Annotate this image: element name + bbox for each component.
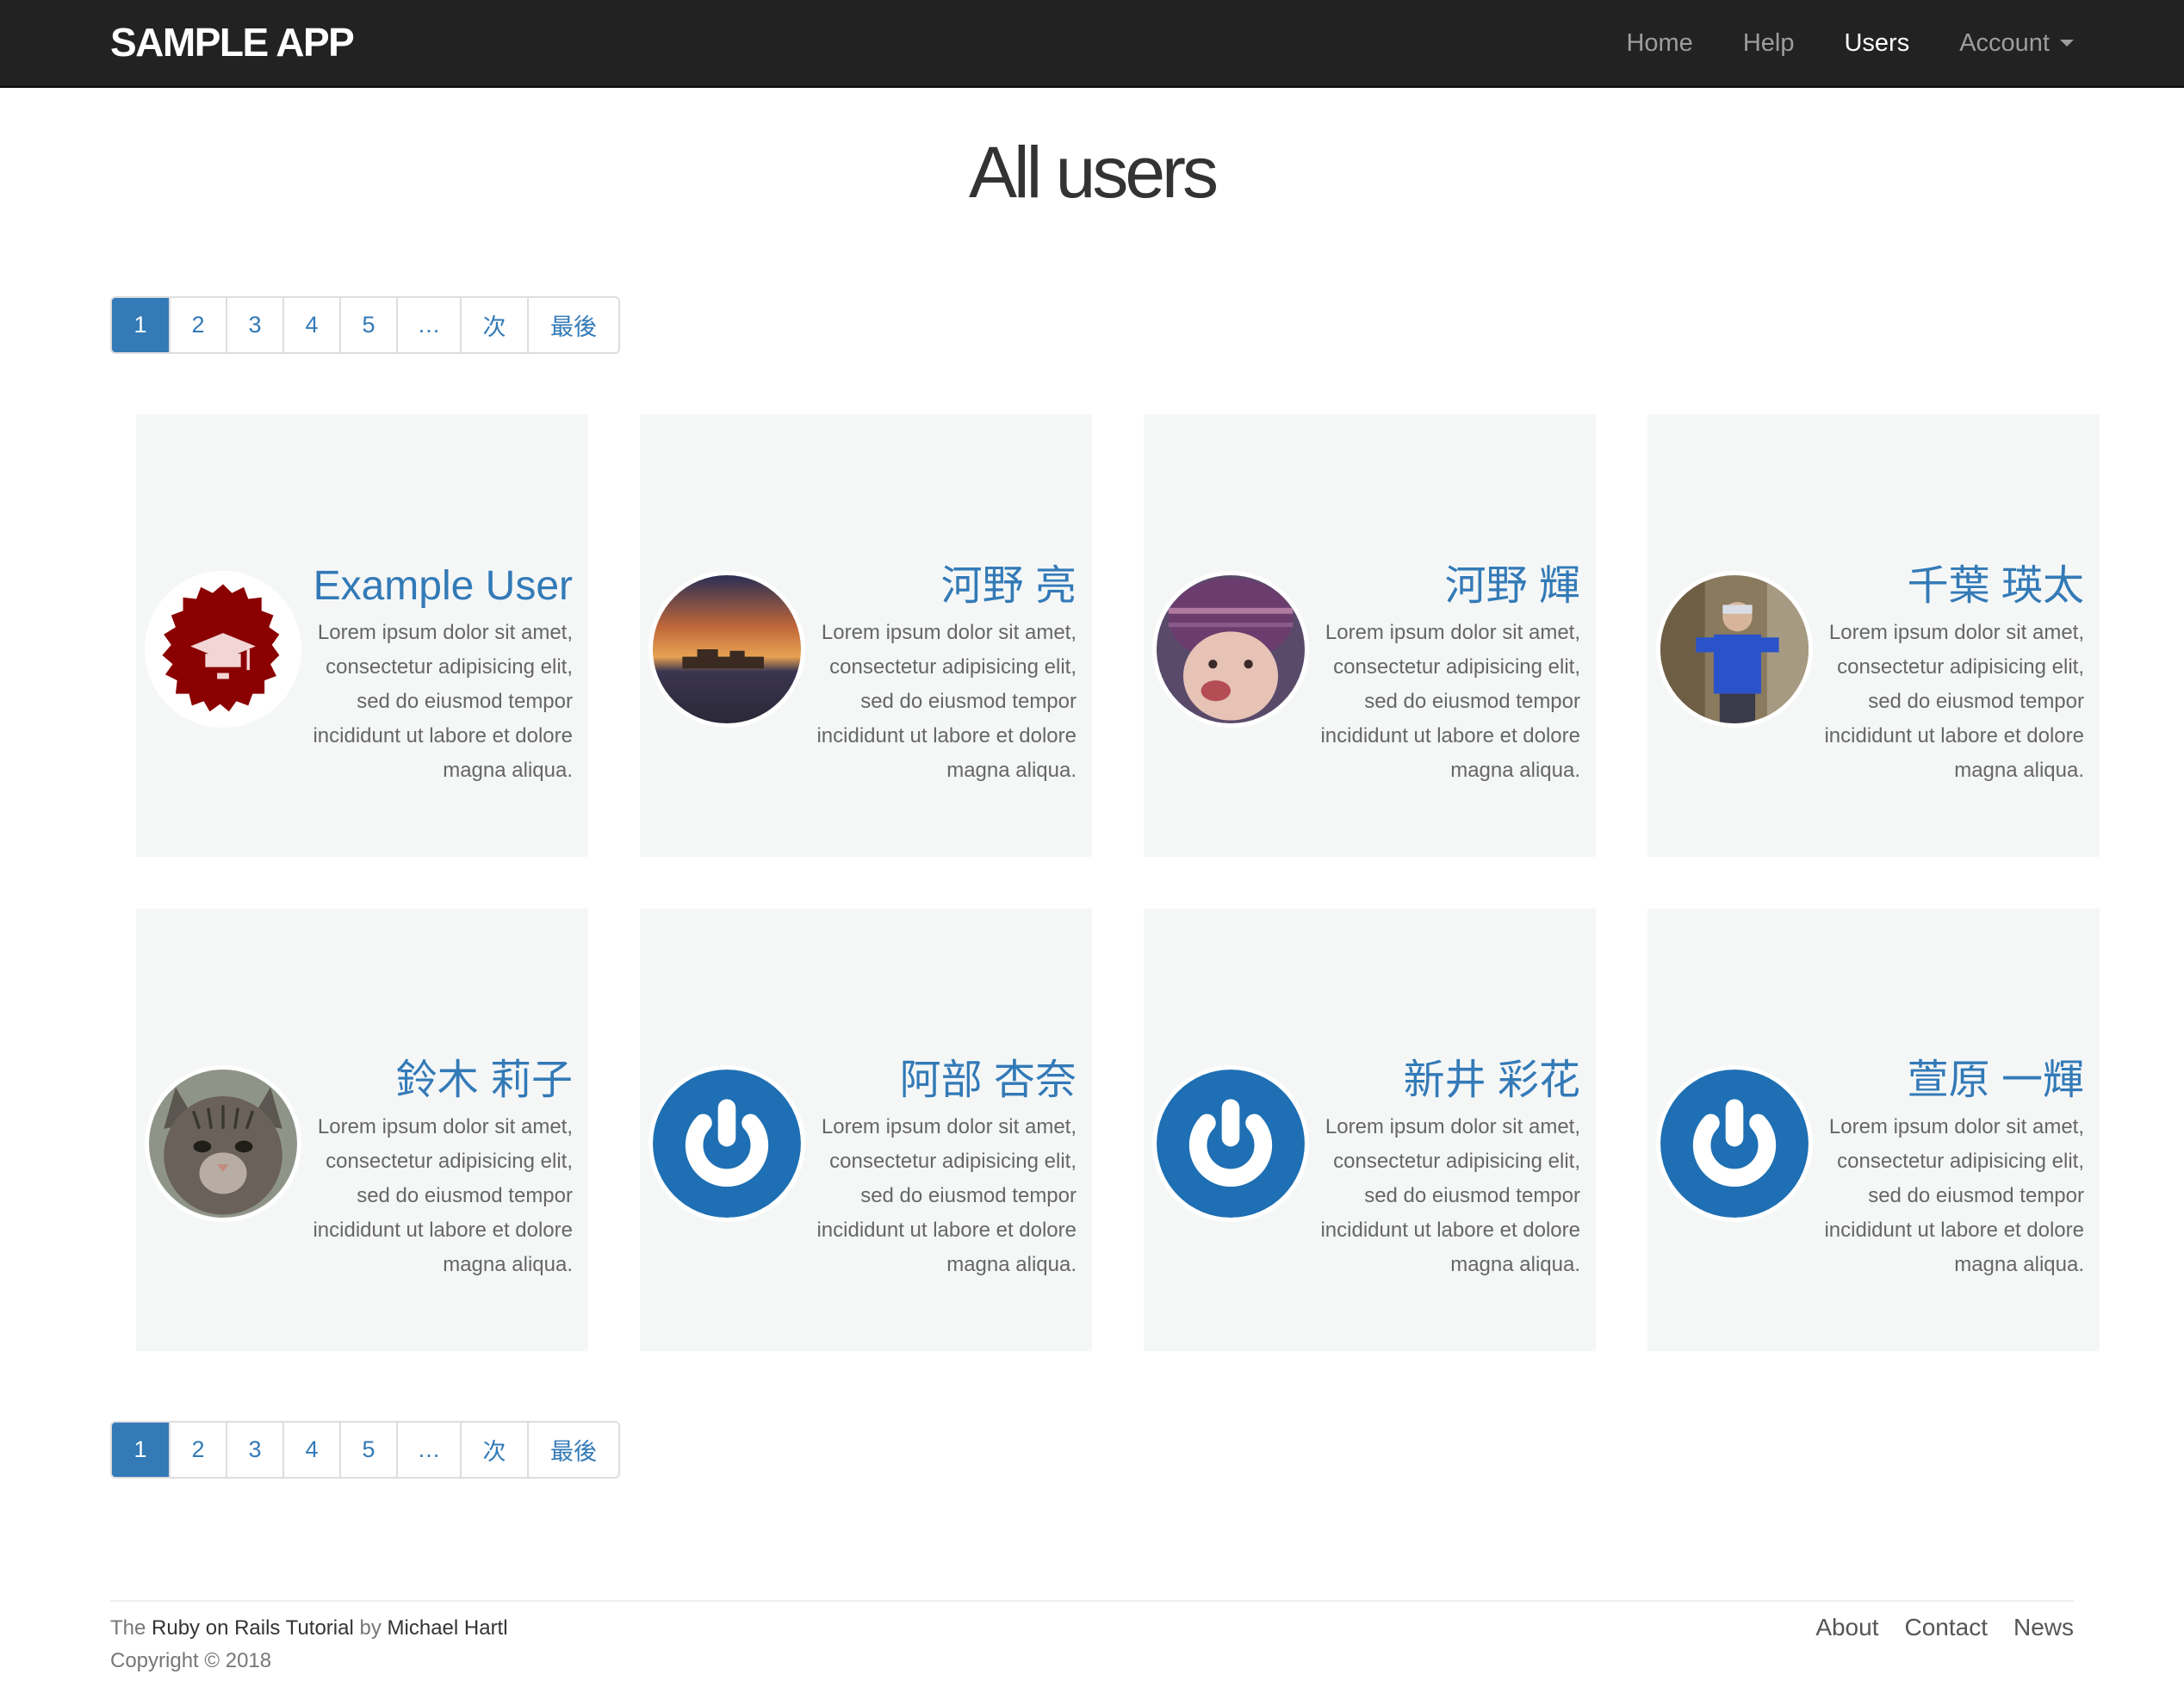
page-5[interactable]: 5: [339, 1423, 396, 1477]
caret-down-icon: [2060, 40, 2074, 47]
page-next[interactable]: 次: [460, 1423, 527, 1477]
user-name-link[interactable]: 河野 輝: [1296, 561, 1580, 612]
page-4[interactable]: 4: [282, 298, 339, 352]
page-last[interactable]: 最後: [527, 298, 618, 352]
user-bio: Lorem ipsum dolor sit amet, consectetur …: [1320, 621, 1580, 782]
page-1[interactable]: 1: [112, 1423, 169, 1477]
user-card: 萱原 一輝 Lorem ipsum dolor sit amet, consec…: [1647, 909, 2100, 1351]
page-3[interactable]: 3: [226, 298, 282, 352]
user-info: Example User Lorem ipsum dolor sit amet,…: [289, 561, 573, 788]
gravatar-default-icon[interactable]: [1656, 1065, 1813, 1222]
gravatar-default-icon[interactable]: [648, 1065, 805, 1222]
nav-account-dropdown[interactable]: Account: [1959, 29, 2074, 58]
footer-news-link[interactable]: News: [2013, 1614, 2074, 1641]
user-name-link[interactable]: Example User: [289, 561, 573, 612]
pagination-top: 1 2 3 4 5 … 次 最後: [110, 296, 620, 354]
credit-prefix: The: [110, 1616, 146, 1640]
page-4[interactable]: 4: [282, 1423, 339, 1477]
user-info: 河野 輝 Lorem ipsum dolor sit amet, consect…: [1296, 561, 1580, 788]
author-link[interactable]: Michael Hartl: [388, 1616, 508, 1640]
page-next[interactable]: 次: [460, 298, 527, 352]
nav-help[interactable]: Help: [1743, 29, 1795, 58]
account-label: Account: [1959, 28, 2050, 57]
user-bio: Lorem ipsum dolor sit amet, consectetur …: [1824, 621, 2084, 782]
user-info: 河野 亮 Lorem ipsum dolor sit amet, consect…: [792, 561, 1076, 788]
user-name-link[interactable]: 阿部 杏奈: [792, 1055, 1076, 1107]
nav-users[interactable]: Users: [1844, 29, 1909, 58]
user-info: 鈴木 莉子 Lorem ipsum dolor sit amet, consec…: [289, 1055, 573, 1282]
pagination-bottom: 1 2 3 4 5 … 次 最後: [110, 1421, 620, 1479]
user-card: 河野 亮 Lorem ipsum dolor sit amet, consect…: [640, 414, 1092, 857]
footer-contact-link[interactable]: Contact: [1904, 1614, 1988, 1641]
navbar: SAMPLE APP Home Help Users Account: [0, 0, 2184, 88]
brand-logo[interactable]: SAMPLE APP: [110, 19, 355, 65]
avatar-cat-photo[interactable]: [145, 1065, 301, 1222]
user-card: 鈴木 莉子 Lorem ipsum dolor sit amet, consec…: [136, 909, 588, 1351]
avatar-person-photo[interactable]: [1656, 571, 1813, 728]
page-1[interactable]: 1: [112, 298, 169, 352]
user-info: 阿部 杏奈 Lorem ipsum dolor sit amet, consec…: [792, 1055, 1076, 1282]
user-bio: Lorem ipsum dolor sit amet, consectetur …: [313, 1115, 573, 1276]
user-card: 新井 彩花 Lorem ipsum dolor sit amet, consec…: [1144, 909, 1596, 1351]
user-bio: Lorem ipsum dolor sit amet, consectetur …: [313, 621, 573, 782]
user-info: 千葉 瑛太 Lorem ipsum dolor sit amet, consec…: [1800, 561, 2084, 788]
user-card: 阿部 杏奈 Lorem ipsum dolor sit amet, consec…: [640, 909, 1092, 1351]
footer-nav: About Contact News: [1790, 1614, 2074, 1641]
user-card: Example User Lorem ipsum dolor sit amet,…: [136, 414, 588, 857]
user-bio: Lorem ipsum dolor sit amet, consectetur …: [1320, 1115, 1580, 1276]
user-name-link[interactable]: 鈴木 莉子: [289, 1055, 573, 1107]
copyright: Copyright © 2018: [110, 1649, 272, 1672]
footer-credit-line: The Ruby on Rails Tutorial by Michael Ha…: [110, 1612, 508, 1645]
page-last[interactable]: 最後: [527, 1423, 618, 1477]
avatar-child-photo[interactable]: [1152, 571, 1309, 728]
page-5[interactable]: 5: [339, 298, 396, 352]
user-name-link[interactable]: 萱原 一輝: [1800, 1055, 2084, 1107]
nav-home[interactable]: Home: [1626, 29, 1692, 58]
user-bio: Lorem ipsum dolor sit amet, consectetur …: [816, 621, 1076, 782]
footer-divider: [110, 1600, 2074, 1602]
user-info: 萱原 一輝 Lorem ipsum dolor sit amet, consec…: [1800, 1055, 2084, 1282]
user-name-link[interactable]: 千葉 瑛太: [1800, 561, 2084, 612]
page-title: All users: [968, 132, 1219, 213]
nav-links: Home Help Users Account: [1576, 0, 2074, 86]
avatar-sunset-photo[interactable]: [648, 571, 805, 728]
page-ellipsis: …: [396, 1423, 460, 1477]
page-3[interactable]: 3: [226, 1423, 282, 1477]
user-bio: Lorem ipsum dolor sit amet, consectetur …: [1824, 1115, 2084, 1276]
page-2[interactable]: 2: [169, 1423, 226, 1477]
rails-tutorial-link[interactable]: Ruby on Rails Tutorial: [152, 1616, 354, 1640]
user-name-link[interactable]: 河野 亮: [792, 561, 1076, 612]
footer-credits: The Ruby on Rails Tutorial by Michael Ha…: [110, 1612, 508, 1677]
gravatar-default-icon[interactable]: [1152, 1065, 1309, 1222]
avatar-graduation-cap-badge[interactable]: [145, 571, 301, 728]
user-info: 新井 彩花 Lorem ipsum dolor sit amet, consec…: [1296, 1055, 1580, 1282]
footer-about-link[interactable]: About: [1815, 1614, 1878, 1641]
user-name-link[interactable]: 新井 彩花: [1296, 1055, 1580, 1107]
page-ellipsis: …: [396, 298, 460, 352]
user-bio: Lorem ipsum dolor sit amet, consectetur …: [816, 1115, 1076, 1276]
user-card: 千葉 瑛太 Lorem ipsum dolor sit amet, consec…: [1647, 414, 2100, 857]
credit-by: by: [359, 1616, 382, 1640]
user-card: 河野 輝 Lorem ipsum dolor sit amet, consect…: [1144, 414, 1596, 857]
page-2[interactable]: 2: [169, 298, 226, 352]
